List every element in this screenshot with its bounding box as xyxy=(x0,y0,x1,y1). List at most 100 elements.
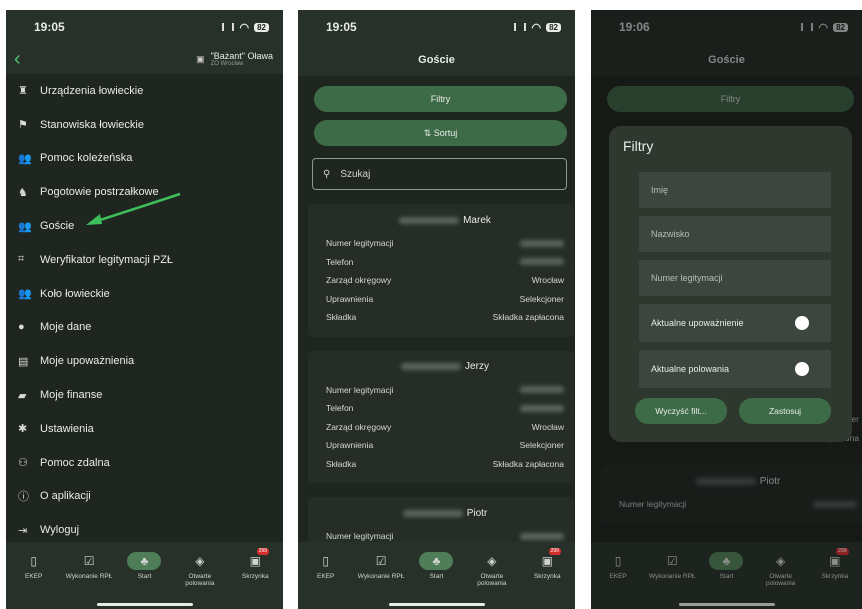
menu-item-moje-dane[interactable]: ● Moje dane xyxy=(6,311,283,345)
redacted-value xyxy=(520,258,564,266)
nav-skrzynka[interactable]: ▣ 299 Skrzynka xyxy=(521,548,573,609)
document-icon: ▤ xyxy=(18,355,29,368)
book-icon: ▯ xyxy=(322,553,329,568)
nav-start[interactable]: ♣ Start xyxy=(118,552,170,609)
redacted-value xyxy=(520,532,564,540)
calendar-check-icon: ☑ xyxy=(83,553,95,568)
nav-skrzynka[interactable]: ▣ 299 Skrzynka xyxy=(229,548,281,609)
hunts-toggle-label: Aktualne polowania xyxy=(651,364,730,374)
menu-item-finanse[interactable]: ▰ Moje finanse xyxy=(6,378,283,412)
menu-item-ustawienia[interactable]: ✱ Ustawienia xyxy=(6,412,283,446)
guest-name: Jerzy xyxy=(465,361,489,372)
club-selector[interactable]: ▣ "Bażant" Oława ZO Wrocław xyxy=(196,50,273,67)
menu-list: ♜ Urządzenia łowieckie ⚑ Stanowiska łowiec… xyxy=(6,74,283,547)
page-title: Goście xyxy=(298,44,575,76)
nav-ekep[interactable]: ▯ EKEP xyxy=(300,552,352,609)
menu-item-weryfikator[interactable]: ⌗ Weryfikator legitymacji PZŁ xyxy=(6,243,283,277)
first-name-field[interactable]: Imię xyxy=(639,172,831,208)
tree-icon: ♣ xyxy=(127,552,162,570)
tree-icon: ♣ xyxy=(419,552,454,570)
back-icon[interactable]: ‹ xyxy=(14,49,21,69)
nav-otwarte[interactable]: ◈ Otwarte polowania xyxy=(174,552,226,609)
bottom-nav: ▯ EKEP ☑ Wykonanie RPŁ ♣ Start ◈ Otwarte pol… xyxy=(298,542,575,609)
book-icon: ▯ xyxy=(30,553,37,568)
club-region: ZO Wrocław xyxy=(210,60,244,67)
group-icon: 👥 xyxy=(18,220,32,233)
inbox-badge: 299 xyxy=(548,548,561,555)
target-icon: ◈ xyxy=(487,553,497,568)
sort-icon: ⇅ xyxy=(423,127,434,138)
nav-backdrop xyxy=(591,542,862,609)
battery-icon: 82 xyxy=(254,22,269,32)
dog-icon: ♞ xyxy=(18,186,28,199)
club-icon: ▣ xyxy=(196,53,205,64)
wallet-icon: ▰ xyxy=(18,389,27,402)
calendar-check-icon: ☑ xyxy=(375,553,387,568)
search-icon: ⚲ xyxy=(323,168,331,180)
status-bar: 19:05 ◠ 82 xyxy=(6,10,283,44)
menu-item-pomoc-zdalna[interactable]: ⚇ Pomoc zdalna xyxy=(6,446,283,480)
bottom-nav: ▯ EKEP ☑ Wykonanie RPŁ ♣ Start ◈ Otwarte pol… xyxy=(6,542,283,609)
signal-icon xyxy=(514,23,527,31)
guest-card[interactable]: Jerzy Numer legitymacji Telefon Zarząd o… xyxy=(308,350,574,483)
guest-name: Piotr xyxy=(466,507,488,519)
inbox-badge: 299 xyxy=(256,548,269,555)
redacted-surname xyxy=(401,363,462,370)
nav-otwarte[interactable]: ◈ Otwarte polowania xyxy=(466,552,518,609)
wifi-icon: ◠ xyxy=(239,21,250,34)
authorization-toggle-row: Aktualne upoważnienie xyxy=(639,304,831,342)
menu-item-o-aplikacji[interactable]: ⓘ O aplikacji xyxy=(6,480,283,514)
modal-title: Filtry xyxy=(623,138,654,154)
inbox-icon: ▣ 299 xyxy=(541,548,561,568)
wifi-icon: ◠ xyxy=(531,21,542,34)
redacted-value xyxy=(520,239,564,247)
clear-filters-button[interactable]: Wyczyść filt... xyxy=(635,398,727,424)
guest-name: Marek xyxy=(463,214,491,226)
battery-icon: 82 xyxy=(546,22,561,32)
hunts-toggle[interactable] xyxy=(795,362,819,376)
status-bar: 19:05 ◠ 82 xyxy=(298,10,575,44)
filters-modal: Filtry Imię Nazwisko Numer legitymacji A… xyxy=(609,126,852,442)
menu-item-kolo[interactable]: 👥 Koło łowieckie xyxy=(6,277,283,311)
license-number-field[interactable]: Numer legitymacji xyxy=(639,260,831,296)
home-indicator xyxy=(388,603,485,606)
authorization-toggle-label: Aktualne upoważnienie xyxy=(651,318,744,328)
target-icon: ◈ xyxy=(195,553,205,568)
apply-button[interactable]: Zastosuj xyxy=(739,398,831,424)
group-icon: 👥 xyxy=(18,288,32,301)
annotation-arrow-icon xyxy=(86,192,181,225)
filters-screen: 19:06 ◠ 82 Goście Filtry UprawnieniaSele… xyxy=(591,10,862,609)
menu-item-stanowiska[interactable]: ⚑ Stanowiska łowieckie xyxy=(6,108,283,142)
redacted-surname xyxy=(399,216,460,224)
filters-button[interactable]: Filtry xyxy=(314,86,567,112)
last-name-field[interactable]: Nazwisko xyxy=(639,216,831,252)
club-name: "Bażant" Oława xyxy=(210,50,273,61)
nav-start[interactable]: ♣ Start xyxy=(410,552,462,609)
redacted-value xyxy=(520,404,564,412)
redacted-value xyxy=(520,386,564,394)
logout-icon: ⇥ xyxy=(18,524,28,537)
nav-wykonanie[interactable]: ☑ Wykonanie RPŁ xyxy=(63,552,115,609)
inbox-icon: ▣ 299 xyxy=(249,548,269,568)
nav-wykonanie[interactable]: ☑ Wykonanie RPŁ xyxy=(355,552,407,609)
person-icon: ● xyxy=(18,321,25,334)
scan-icon: ⌗ xyxy=(18,253,25,266)
search-input[interactable]: ⚲ Szukaj xyxy=(312,158,567,190)
authorization-toggle[interactable] xyxy=(795,316,819,330)
search-placeholder: Szukaj xyxy=(340,168,371,180)
nav-ekep[interactable]: ▯ EKEP xyxy=(8,552,60,609)
menu-item-upowaznienia[interactable]: ▤ Moje upoważnienia xyxy=(6,344,283,378)
menu-screen: 19:05 ◠ 82 ‹ ▣ "Bażant" Oława ZO Wrocław… xyxy=(6,10,283,609)
status-time: 19:05 xyxy=(326,20,357,34)
gear-icon: ✱ xyxy=(18,423,28,436)
status-time: 19:05 xyxy=(34,20,65,34)
sort-button[interactable]: ⇅ Sortuj xyxy=(314,120,567,146)
group-icon: 👥 xyxy=(18,152,32,165)
redacted-surname xyxy=(402,509,463,517)
menu-item-urzadzenia[interactable]: ♜ Urządzenia łowieckie xyxy=(6,74,283,108)
guest-card[interactable]: Marek Numer legitymacji Telefon Zarząd o… xyxy=(308,204,574,337)
info-icon: ⓘ xyxy=(18,491,29,504)
tower-icon: ♜ xyxy=(18,85,28,98)
home-indicator xyxy=(96,603,193,606)
menu-item-pomoc-kolezenska[interactable]: 👥 Pomoc koleżeńska xyxy=(6,142,283,176)
